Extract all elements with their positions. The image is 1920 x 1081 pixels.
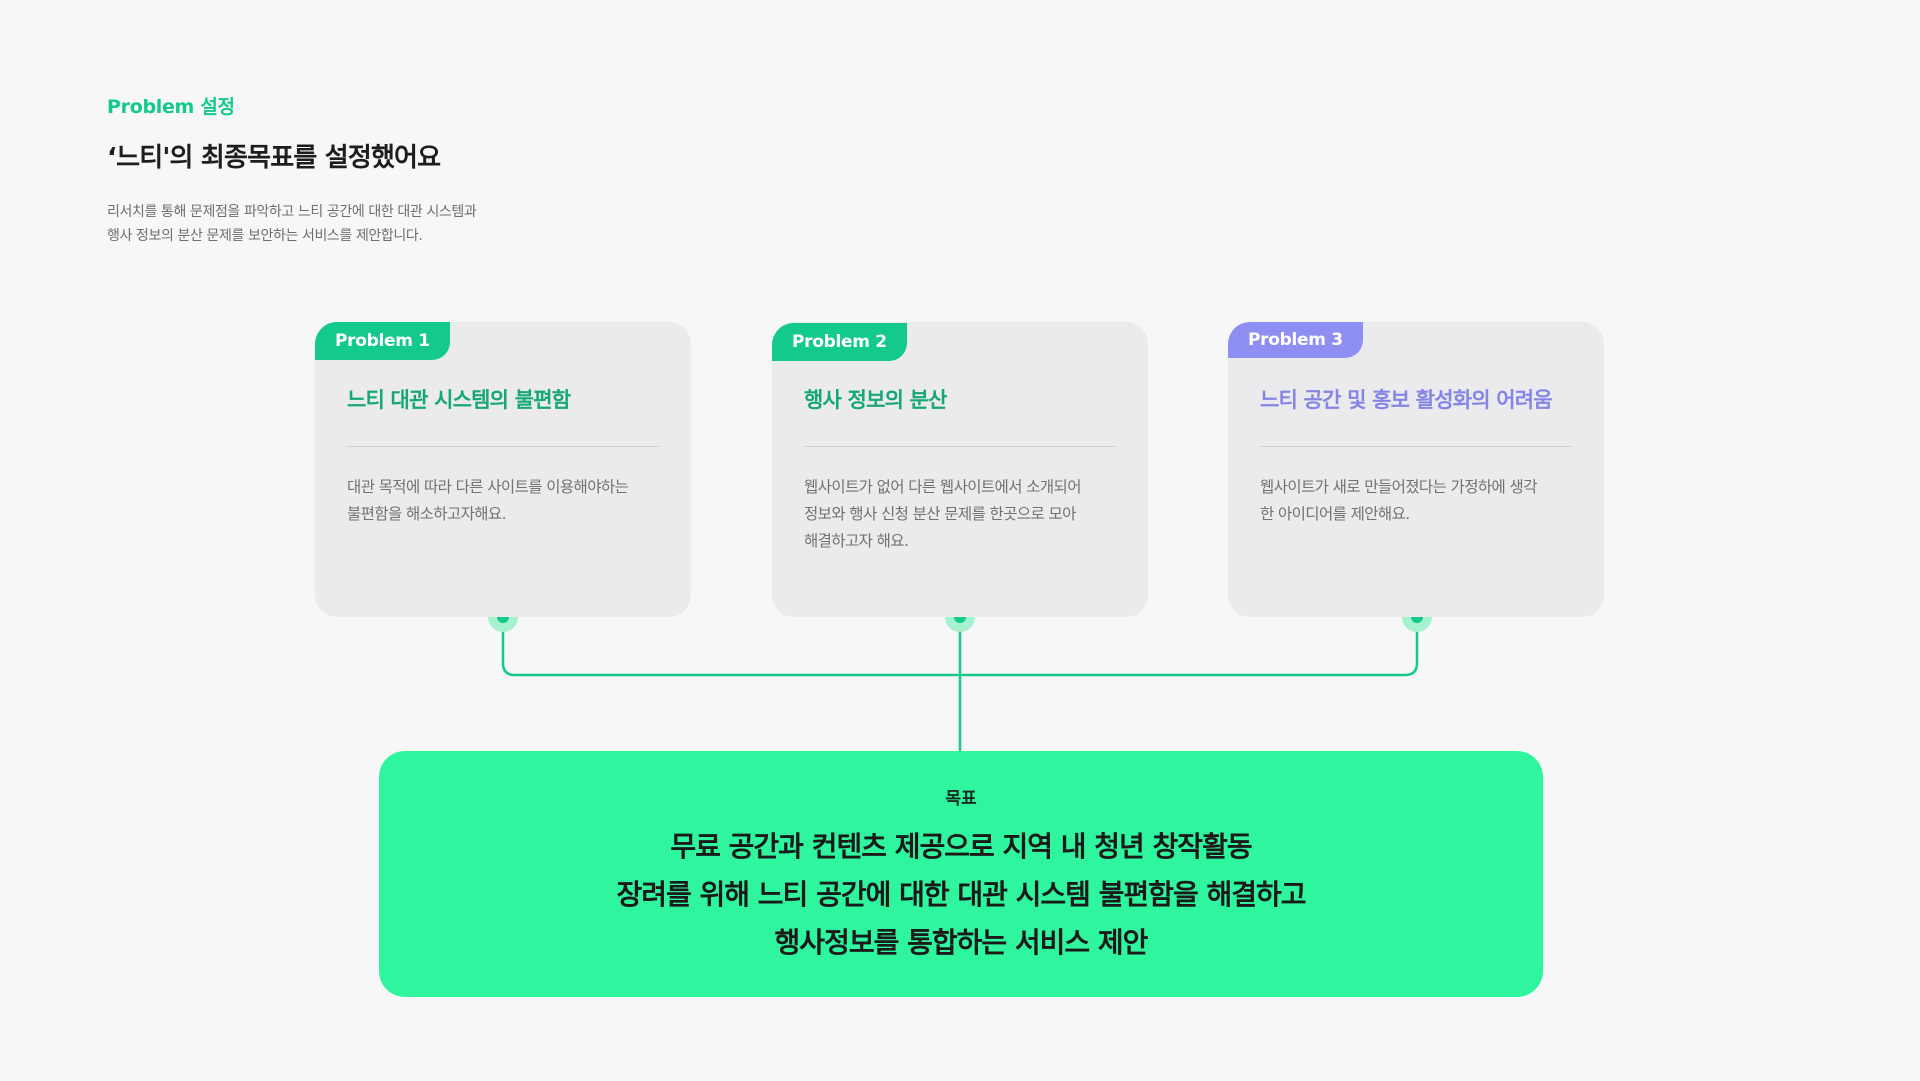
problem-description: 대관 목적에 따라 다른 사이트를 이용해야하는 불편함을 해소하고자해요.	[347, 474, 665, 528]
problem-line: 웹사이트가 없어 다른 웹사이트에서 소개되어	[804, 478, 1081, 496]
problem-title: 느티 대관 시스템의 불편함	[347, 388, 571, 412]
goal-line: 행사정보를 통합하는 서비스 제안	[774, 926, 1149, 959]
problem-card-1: Problem 1 느티 대관 시스템의 불편함 대관 목적에 따라 다른 사이…	[315, 322, 691, 617]
problem-card-2: Problem 2 행사 정보의 분산 웹사이트가 없어 다른 웹사이트에서 소…	[772, 322, 1148, 617]
problem-tab: Problem 1	[315, 322, 450, 360]
problem-line: 한 아이디어를 제안해요.	[1260, 505, 1410, 523]
goal-line: 장려를 위해 느티 공간에 대한 대관 시스템 불편함을 해결하고	[616, 878, 1307, 911]
goal-label: 목표	[945, 789, 977, 809]
divider	[804, 446, 1116, 447]
divider	[1260, 446, 1572, 447]
problem-line: 불편함을 해소하고자해요.	[347, 505, 507, 523]
goal-box: 목표 무료 공간과 컨텐츠 제공으로 지역 내 청년 창작활동 장려를 위해 느…	[379, 751, 1543, 997]
problem-line: 웹사이트가 새로 만들어졌다는 가정하에 생각	[1260, 478, 1537, 496]
problem-line: 정보와 행사 신청 분산 문제를 한곳으로 모아	[804, 505, 1076, 523]
problem-line: 대관 목적에 따라 다른 사이트를 이용해야하는	[347, 478, 629, 496]
divider	[347, 446, 659, 447]
problem-card-3: Problem 3 느티 공간 및 홍보 활성화의 어려움 웹사이트가 새로 만…	[1228, 322, 1604, 617]
problem-description: 웹사이트가 없어 다른 웹사이트에서 소개되어 정보와 행사 신청 분산 문제를…	[804, 474, 1122, 555]
problem-description: 웹사이트가 새로 만들어졌다는 가정하에 생각 한 아이디어를 제안해요.	[1260, 474, 1578, 528]
problem-title: 행사 정보의 분산	[804, 388, 947, 412]
goal-statement: 무료 공간과 컨텐츠 제공으로 지역 내 청년 창작활동 장려를 위해 느티 공…	[379, 823, 1543, 967]
problem-line: 해결하고자 해요.	[804, 532, 909, 550]
goal-line: 무료 공간과 컨텐츠 제공으로 지역 내 청년 창작활동	[670, 830, 1252, 863]
problem-title: 느티 공간 및 홍보 활성화의 어려움	[1260, 388, 1553, 412]
problem-tab: Problem 3	[1228, 322, 1363, 358]
problem-tab: Problem 2	[772, 323, 907, 361]
